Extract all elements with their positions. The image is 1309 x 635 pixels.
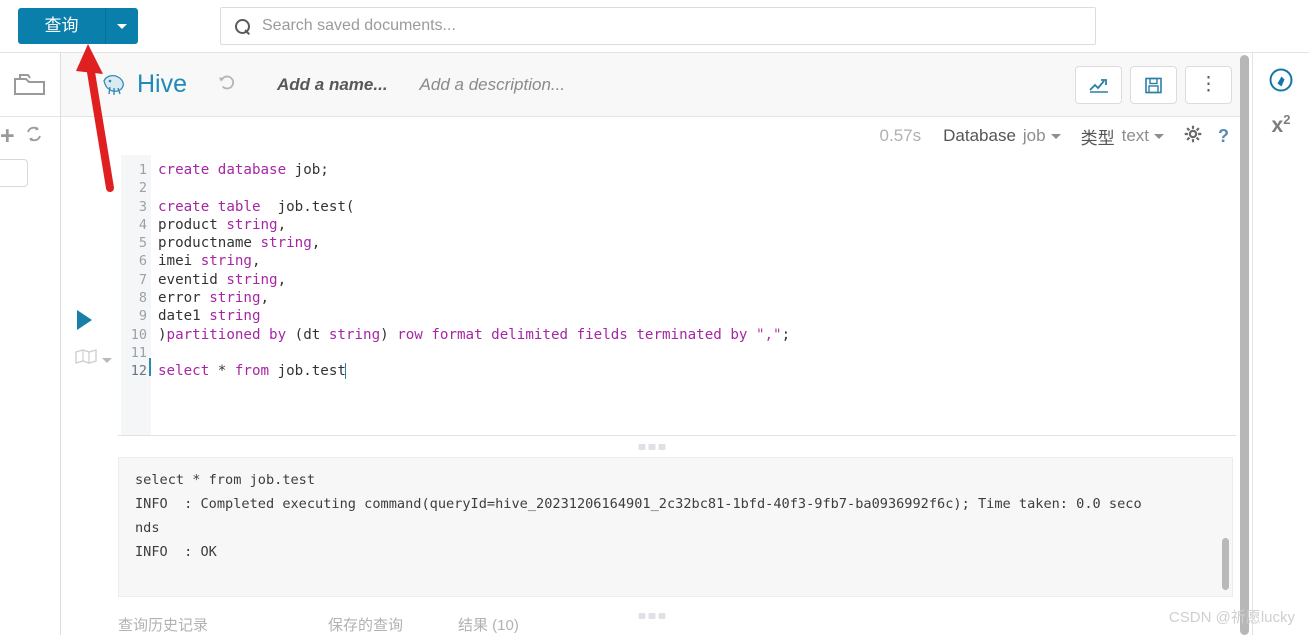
code-line: product string, [158,216,287,233]
variables-chevron-down-icon[interactable] [102,358,112,363]
code-line: imei string, [158,253,261,270]
documents-section [0,53,60,117]
database-label: Database [943,126,1016,145]
top-bar: 查询 Search saved documents... [0,0,1309,53]
code-editor-area: 1 2 3 4 5 6 7 8 9 10 11 12 create databa… [61,155,1243,435]
resize-handle-top[interactable] [638,444,666,450]
more-options-button[interactable]: ⋮ [1185,66,1232,104]
plus-icon[interactable]: + [0,123,15,149]
watermark: CSDN @祈愿lucky [1168,609,1295,626]
result-log-container: select * from job.test INFO : Completed … [61,457,1243,607]
code-line: date1 string [158,308,261,325]
query-description-input[interactable]: Add a description... [420,75,566,95]
code-line: create database job; [158,162,329,178]
save-button[interactable] [1130,66,1177,104]
editor-meta-strip: 0.57s Database job 类型 text ? [61,117,1243,155]
editor-column: Hive Add a name... Add a description... [61,53,1243,635]
line-number: 11 [130,344,147,361]
type-chevron-down-icon[interactable] [1154,133,1164,139]
line-number: 10 [130,326,147,343]
question-mark-icon[interactable]: ? [1218,126,1229,147]
line-number: 3 [138,198,147,215]
log-line: INFO : OK [135,544,217,560]
assist-actions: + [0,117,60,155]
log-line: nds [135,520,160,536]
log-line: select * from job.test [135,472,316,488]
type-label: 类型 [1080,128,1115,148]
tab-query-history[interactable]: 查询历史记录 [118,614,328,635]
query-button-group: 查询 [18,8,138,44]
code-line: )partitioned by (dt string) row format d… [158,326,791,343]
search-icon [235,18,250,34]
query-button[interactable]: 查询 [18,8,106,44]
code-line: productname string, [158,235,321,252]
code-line: eventid string, [158,271,287,288]
type-value[interactable]: text [1122,126,1149,146]
x-squared-icon[interactable]: x2 [1253,112,1309,138]
database-chevron-down-icon[interactable] [1050,133,1061,139]
run-column [61,155,121,435]
line-number: 7 [138,271,147,288]
page-scrollbar[interactable] [1240,55,1249,635]
left-assist-rail: + [0,53,61,635]
line-number: 5 [138,235,147,252]
search-input[interactable]: Search saved documents... [262,17,456,35]
line-number: 1 [138,162,147,178]
query-name-input[interactable]: Add a name... [277,75,388,95]
tab-results[interactable]: 结果 (10) [458,614,519,635]
query-dropdown-toggle[interactable] [106,8,138,44]
tab-saved-queries[interactable]: 保存的查询 [328,614,458,635]
line-number-gutter: 1 2 3 4 5 6 7 8 9 10 11 12 [121,155,151,435]
execution-time: 0.57s [879,126,922,145]
code-line: error string, [158,290,270,307]
engine-name: Hive [137,70,188,98]
database-value[interactable]: job [1023,126,1046,146]
assist-filter-input[interactable] [0,159,28,187]
hive-elephant-logo-icon [101,72,129,98]
line-number-active: 12 [130,363,147,380]
line-number: 4 [138,216,147,233]
line-number: 6 [138,253,147,270]
divider-line [118,435,1236,436]
editor-header-buttons: ⋮ [1075,66,1232,104]
result-log-scrollbar[interactable] [1222,538,1229,590]
kebab-vertical-icon: ⋮ [1199,74,1218,96]
chart-button[interactable] [1075,66,1122,104]
result-log-panel[interactable]: select * from job.test INFO : Completed … [118,457,1233,597]
gear-icon[interactable] [1184,125,1202,148]
line-number: 9 [138,308,147,325]
folder-icon[interactable] [13,72,47,98]
hue-hive-editor-window: 查询 Search saved documents... + Hive Add … [0,0,1309,635]
code-line: create table job.test( [158,198,355,215]
book-icon[interactable] [75,349,97,370]
code-line-active: select * from job.test [158,363,346,380]
bottom-tab-bar: 查询历史记录 保存的查询 结果 (10) [118,613,519,635]
compass-assist-icon[interactable] [1253,67,1309,98]
refresh-icon[interactable] [24,124,44,149]
resize-handle-bottom[interactable] [638,613,666,619]
line-number: 8 [138,290,147,307]
editor-header: Hive Add a name... Add a description... [61,53,1243,117]
play-triangle-icon[interactable] [77,310,92,330]
search-box[interactable]: Search saved documents... [220,7,1096,45]
right-assist-rail: x2 [1252,53,1309,635]
line-number: 2 [138,180,147,197]
history-revert-icon[interactable] [217,72,237,98]
log-line: INFO : Completed executing command(query… [135,496,1142,512]
editor-result-divider [61,435,1243,457]
code-text[interactable]: create database job; create table job.te… [151,155,1243,435]
search-container: Search saved documents... [220,7,1096,45]
